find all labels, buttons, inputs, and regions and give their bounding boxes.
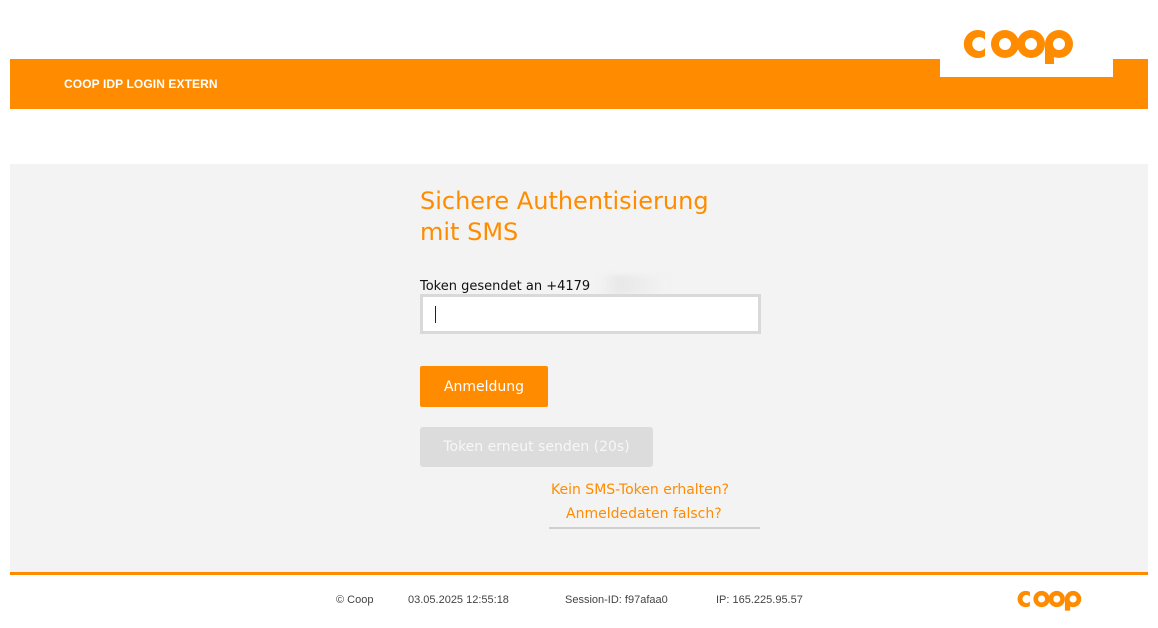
wrong-credentials-link[interactable]: Anmeldedaten falsch? <box>566 506 722 522</box>
text-caret <box>435 306 436 323</box>
resend-token-button[interactable]: Token erneut senden (20s) <box>420 427 653 467</box>
footer-session-id: Session-ID: f97afaa0 <box>565 594 668 606</box>
title-line-1: Sichere Authentisierung <box>420 187 709 215</box>
token-sent-label: Token gesendet an +4179 <box>420 279 591 294</box>
title-line-2: mit SMS <box>420 218 519 246</box>
coop-logo <box>963 30 1073 64</box>
footer-coop-logo <box>1017 590 1082 611</box>
token-input[interactable] <box>420 294 761 334</box>
footer-copyright: © Coop <box>336 594 374 606</box>
page-title: Sichere Authentisierung mit SMS <box>420 186 780 248</box>
footer-ip: IP: 165.225.95.57 <box>716 594 803 606</box>
page-frame: COOP IDP LOGIN EXTERN Sichere Authentisi… <box>10 8 1158 628</box>
footer-timestamp: 03.05.2025 12:55:18 <box>408 594 509 606</box>
no-sms-token-link[interactable]: Kein SMS-Token erhalten? <box>551 482 729 498</box>
right-edge <box>1148 0 1158 628</box>
link-divider <box>549 527 760 529</box>
phone-number-redaction <box>598 275 668 295</box>
app-title: COOP IDP LOGIN EXTERN <box>64 77 218 91</box>
login-button[interactable]: Anmeldung <box>420 366 548 407</box>
